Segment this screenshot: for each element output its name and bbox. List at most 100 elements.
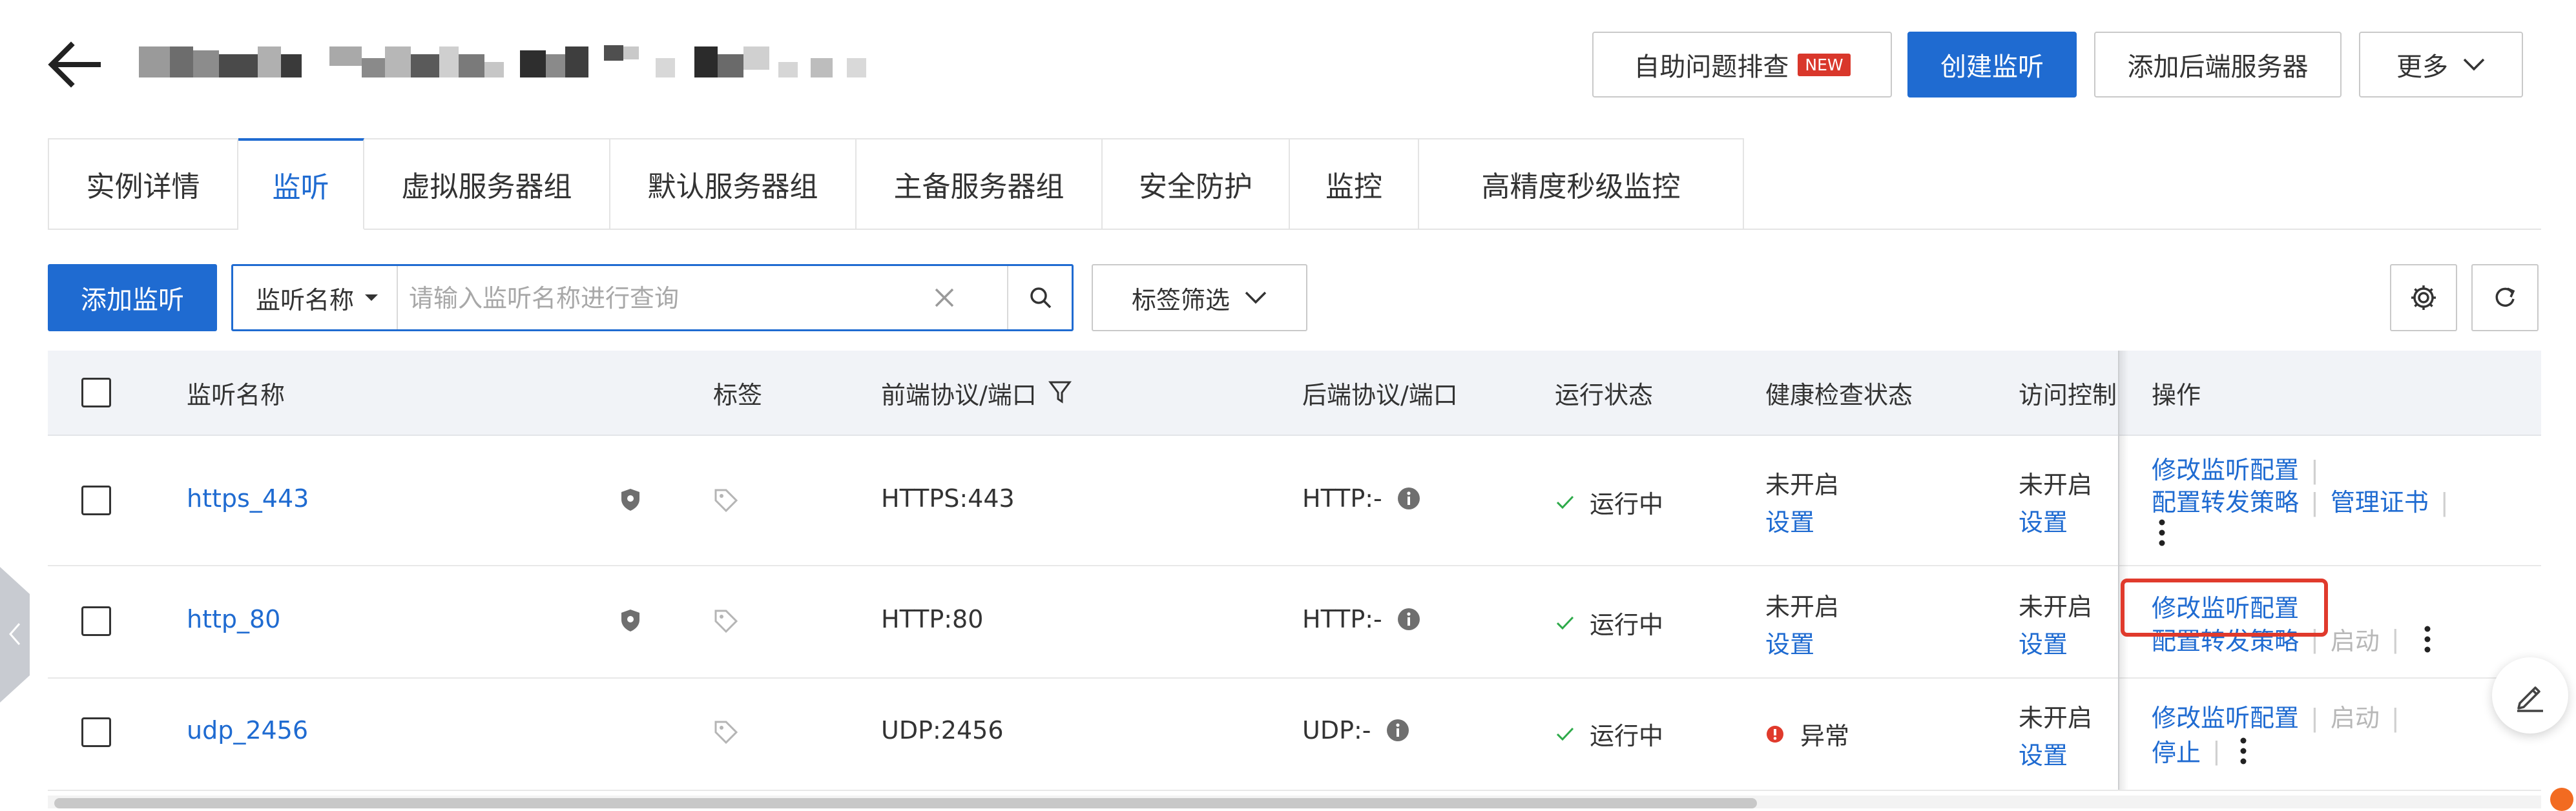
self-diagnose-button[interactable]: 自助问题排查 NEW [1592,32,1892,98]
column-header-tag: 标签 [713,380,763,409]
tab-security-protection[interactable]: 安全防护 [1103,138,1290,230]
listener-name-link[interactable]: http_80 [187,605,280,633]
check-icon [1556,727,1574,741]
create-listener-label: 创建监听 [1940,52,2044,82]
modify-listener-config-link[interactable]: 修改监听配置 [2152,704,2299,732]
run-status: 运行中 [1555,716,1663,752]
settings-button[interactable] [2390,264,2457,331]
backend-protocol-port: HTTP:- [1302,605,1421,633]
tab-label: 虚拟服务器组 [401,170,572,203]
chevron-left-icon [9,623,21,645]
tab-label: 主备服务器组 [893,170,1065,203]
tab-primary-secondary-group[interactable]: 主备服务器组 [857,138,1103,230]
add-backend-server-button[interactable]: 添加后端服务器 [2094,32,2342,98]
shield-icon [621,489,639,511]
clear-icon[interactable] [930,283,959,313]
ops-separator: | [2212,736,2221,765]
search-field-select[interactable]: 监听名称 [233,266,398,329]
search-box: 监听名称 [231,264,1074,331]
frontend-protocol-port: HTTP:80 [881,605,984,633]
add-backend-server-label: 添加后端服务器 [2127,52,2309,82]
tab-label: 高精度秒级监控 [1481,170,1681,203]
manage-certificate-link[interactable]: 管理证书 [2331,488,2429,517]
refresh-icon [2495,287,2515,307]
more-label: 更多 [2396,52,2448,82]
more-dropdown[interactable]: 更多 [2359,32,2523,98]
column-header-ops: 操作 [2152,380,2201,409]
listener-name-link[interactable]: udp_2456 [187,716,308,744]
horizontal-scrollbar-thumb[interactable] [54,798,1757,808]
stop-link[interactable]: 停止 [2152,733,2201,768]
notification-dot[interactable] [2550,788,2573,811]
health-check-status: 异常 [1765,716,1849,752]
column-header-frontend-label: 前端协议/端口 [881,380,1037,409]
info-icon[interactable] [1386,718,1410,743]
tab-virtual-server-groups[interactable]: 虚拟服务器组 [364,138,610,230]
config-forward-policy-link[interactable]: 配置转发策略 [2152,488,2299,517]
row-checkbox[interactable] [81,717,111,747]
backend-protocol-port: UDP:- [1302,716,1410,744]
tab-monitoring[interactable]: 监控 [1290,138,1419,230]
edit-floating-button[interactable] [2492,657,2568,734]
tab-instance-details[interactable]: 实例详情 [48,138,238,230]
backend-protocol-port: HTTP:- [1302,484,1421,513]
more-actions-icon[interactable] [2239,737,2248,765]
tag-filter-dropdown[interactable]: 标签筛选 [1092,264,1307,331]
tab-label: 监听 [272,171,329,204]
info-icon[interactable] [1397,486,1421,511]
ops-line-1: 修改监听配置 | [2152,450,2331,486]
listener-name-link[interactable]: https_443 [187,484,309,513]
backend-protocol-value: HTTP:- [1302,605,1382,633]
filter-icon[interactable] [1048,380,1072,406]
self-diagnose-label: 自助问题排查 [1634,52,1789,82]
tab-label: 监控 [1325,170,1382,203]
select-all-checkbox[interactable] [81,378,111,407]
access-control-settings-link[interactable]: 设置 [2019,735,2068,771]
search-icon [1030,287,1052,309]
health-check-status: 未开启 [1765,471,1840,499]
tab-label: 安全防护 [1139,170,1252,203]
ops-separator: | [2311,488,2319,517]
tab-label: 实例详情 [86,170,200,203]
run-status: 运行中 [1555,605,1663,641]
create-listener-button[interactable]: 创建监听 [1907,32,2077,98]
chevron-down-icon [1245,291,1267,304]
tag-icon[interactable] [713,719,739,745]
check-icon [1556,616,1574,630]
highlight-annotation [2121,579,2328,637]
access-control-status: 未开启 [2019,471,2093,499]
access-control-settings-link[interactable]: 设置 [2019,624,2068,660]
back-arrow-icon[interactable] [45,39,103,90]
access-control-status: 未开启 [2019,593,2093,621]
ops-line-2: 配置转发策略 | 管理证书 | [2152,482,2460,518]
info-icon[interactable] [1397,607,1421,631]
tab-high-precision-monitoring[interactable]: 高精度秒级监控 [1419,138,1744,230]
ops-line-2: 停止 | [2152,733,2248,768]
refresh-button[interactable] [2471,264,2539,331]
tag-filter-label: 标签筛选 [1131,285,1230,314]
add-listener-button[interactable]: 添加监听 [48,264,217,331]
more-actions-icon[interactable] [2423,625,2432,653]
run-status: 运行中 [1555,484,1663,520]
run-status-text: 运行中 [1590,490,1664,518]
health-check-settings-link[interactable]: 设置 [1765,624,1814,660]
health-check-settings-link[interactable]: 设置 [1765,502,1814,538]
search-button[interactable] [1007,266,1073,329]
caret-down-icon [365,294,379,301]
backend-protocol-value: HTTP:- [1302,484,1382,513]
frontend-protocol-port: UDP:2456 [881,716,1004,744]
tag-icon[interactable] [713,608,739,634]
tab-default-server-group[interactable]: 默认服务器组 [610,138,857,230]
modify-listener-config-link[interactable]: 修改监听配置 [2152,456,2299,484]
tab-listeners[interactable]: 监听 [238,138,364,230]
more-actions-icon[interactable] [2157,518,2166,547]
row-checkbox[interactable] [81,606,111,636]
health-check-status-text: 异常 [1800,722,1850,750]
instance-title-redacted [139,45,866,77]
access-control-settings-link[interactable]: 设置 [2019,502,2068,538]
pencil-icon [2517,686,2543,712]
start-link-disabled: 启动 [2330,627,2380,655]
table-row: udp_2456 UDP:2456 UDP:- 运行中 异常 未开启 设置 修改… [48,679,2541,791]
row-checkbox[interactable] [81,486,111,515]
tag-icon[interactable] [713,488,739,513]
